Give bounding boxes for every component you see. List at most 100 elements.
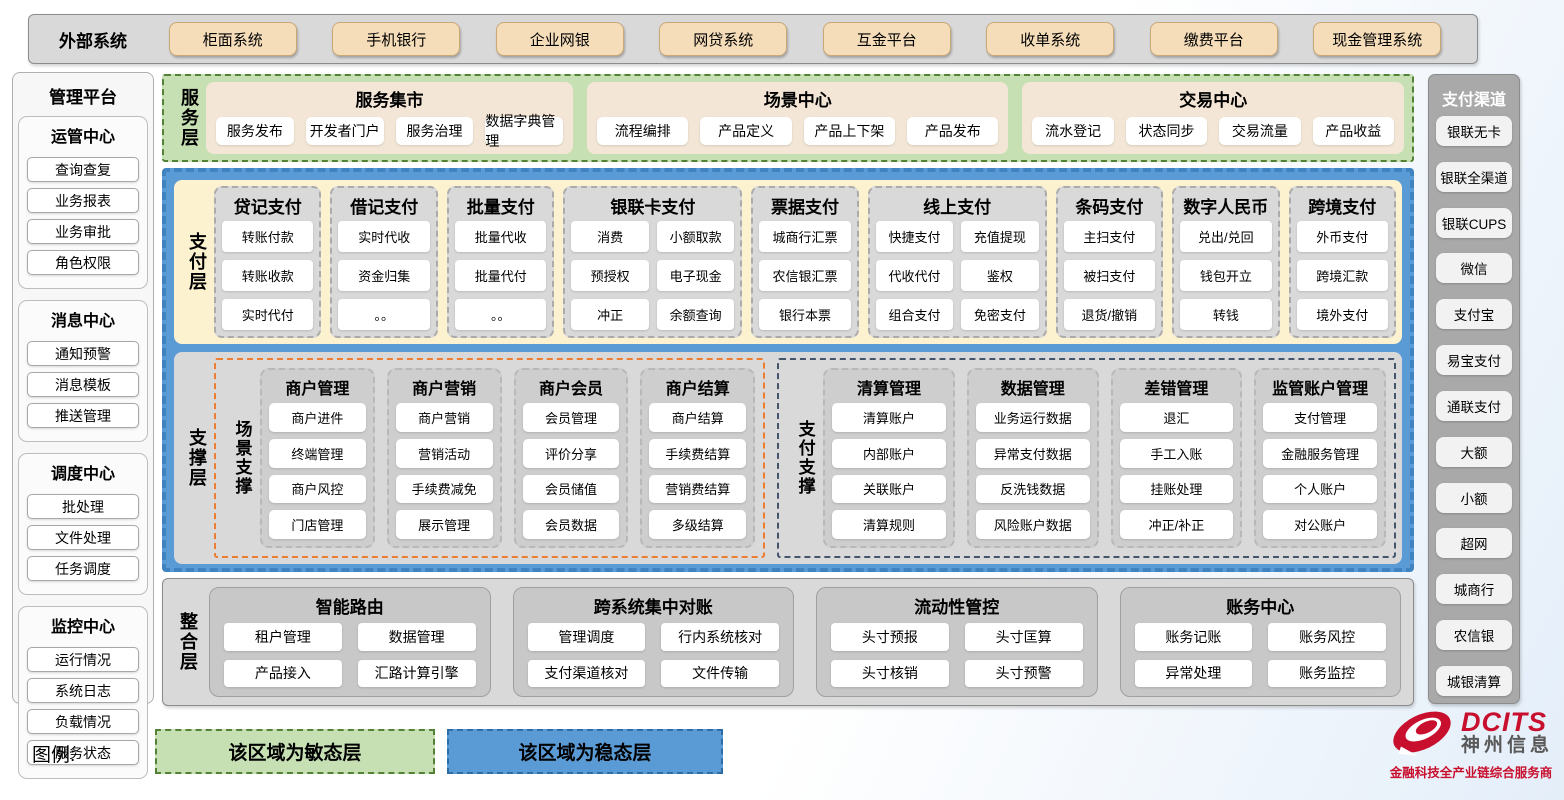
- payment-item: 退货/撤销: [1064, 299, 1155, 330]
- dcits-logo-texts: DCITS 神州信息: [1461, 708, 1553, 756]
- management-group: 消息中心通知预警消息模板推送管理: [18, 300, 148, 442]
- support-item: 金融服务管理: [1263, 439, 1377, 468]
- service-item: 产品上下架: [804, 117, 895, 145]
- payment-channels-list: 银联无卡银联全渠道银联CUPS微信支付宝易宝支付通联支付大额小额超网城商行农信银…: [1436, 116, 1512, 696]
- payment-category-title: 银联卡支付: [571, 192, 734, 221]
- management-item: 系统日志: [27, 678, 139, 703]
- payment-category-column: 条码支付主扫支付被扫支付退货/撤销: [1056, 186, 1163, 338]
- service-center-items: 服务发布开发者门户服务治理数据字典管理: [216, 115, 563, 146]
- external-systems-bar: 外部系统 柜面系统手机银行企业网银网贷系统互金平台收单系统缴费平台现金管理系统: [28, 14, 1478, 64]
- payment-channel-item: 城商行: [1436, 574, 1512, 604]
- dcits-brand-text: DCITS: [1461, 708, 1547, 736]
- management-item: 业务报表: [27, 188, 139, 213]
- payment-item: 转钱: [1180, 299, 1271, 330]
- payment-item: 城商行汇票: [759, 221, 850, 252]
- payment-category-title: 条码支付: [1064, 192, 1155, 221]
- support-item: 清算账户: [832, 403, 946, 432]
- integration-item: 产品接入: [224, 660, 342, 688]
- support-layer-groups: 场景支撑商户管理商户进件终端管理商户风控门店管理商户营销商户营销营销活动手续费减…: [214, 358, 1396, 558]
- payment-item: 免密支付: [961, 299, 1038, 330]
- dcits-tagline: 金融科技全产业链综合服务商: [1390, 762, 1553, 781]
- support-category-column: 商户营销商户营销营销活动手续费减免展示管理: [387, 368, 502, 548]
- integration-item: 行内系统核对: [661, 623, 779, 651]
- support-category-title: 清算管理: [832, 374, 946, 403]
- legend-stable-layer: 该区域为稳态层: [447, 729, 723, 774]
- external-system-button: 现金管理系统: [1313, 22, 1441, 56]
- payment-item: 小额取款: [657, 221, 734, 252]
- payment-category-items: 批量代收批量代付。。: [455, 221, 546, 330]
- support-item: 关联账户: [832, 475, 946, 504]
- payment-category-column: 票据支付城商行汇票农信银汇票银行本票: [751, 186, 858, 338]
- support-category-title: 监管账户管理: [1263, 374, 1377, 403]
- management-group-title: 消息中心: [24, 305, 142, 335]
- external-systems-buttons: 柜面系统手机银行企业网银网贷系统互金平台收单系统缴费平台现金管理系统: [151, 22, 1477, 56]
- service-layer-label: 服务层: [172, 82, 206, 154]
- support-item: 支付管理: [1263, 403, 1377, 432]
- integration-item: 支付渠道核对: [528, 660, 646, 688]
- payment-item: 境外支付: [1297, 299, 1388, 330]
- integration-panel-items: 租户管理数据管理产品接入汇路计算引擎: [224, 623, 476, 687]
- payment-category-title: 线上支付: [876, 192, 1039, 221]
- payment-item: 农信银汇票: [759, 260, 850, 291]
- management-platform-title: 管理平台: [18, 79, 148, 116]
- payment-item: 冲正: [571, 299, 648, 330]
- service-center-title: 场景中心: [597, 85, 998, 115]
- payment-category-items: 实时代收资金归集。。: [338, 221, 429, 330]
- integration-item: 管理调度: [528, 623, 646, 651]
- payment-item: 消费: [571, 221, 648, 252]
- payment-category-column: 线上支付快捷支付充值提现代收代付鉴权组合支付免密支付: [868, 186, 1047, 338]
- service-item: 服务发布: [216, 117, 294, 145]
- payment-category-items: 转账付款转账收款实时代付: [222, 221, 313, 330]
- payment-item: 钱包开立: [1180, 260, 1271, 291]
- management-item: 批处理: [27, 494, 139, 519]
- payment-item: 余额查询: [657, 299, 734, 330]
- payment-category-column: 贷记支付转账付款转账收款实时代付: [214, 186, 321, 338]
- support-category-items: 会员管理评价分享会员储值会员数据: [523, 403, 620, 539]
- support-group-label: 场景支撑: [224, 368, 260, 548]
- external-system-button: 收单系统: [986, 22, 1114, 56]
- management-group-title: 运管中心: [24, 121, 142, 151]
- management-item: 角色权限: [27, 250, 139, 275]
- payment-category-items: 消费小额取款预授权电子现金冲正余额查询: [571, 221, 734, 330]
- support-category-items: 退汇手工入账挂账处理冲正/补正: [1120, 403, 1234, 539]
- payment-item: 组合支付: [876, 299, 953, 330]
- support-group: 支付支撑清算管理清算账户内部账户关联账户清算规则数据管理业务运行数据异常支付数据…: [777, 358, 1396, 558]
- support-item: 冲正/补正: [1120, 510, 1234, 539]
- payment-category-title: 票据支付: [759, 192, 850, 221]
- payment-item: 外币支付: [1297, 221, 1388, 252]
- payment-architecture-diagram: 外部系统 柜面系统手机银行企业网银网贷系统互金平台收单系统缴费平台现金管理系统 …: [0, 0, 1564, 800]
- integration-panel-title: 跨系统集中对账: [528, 591, 780, 623]
- management-platform-groups: 运管中心查询查复业务报表业务审批角色权限消息中心通知预警消息模板推送管理调度中心…: [18, 116, 148, 779]
- payment-channel-item: 微信: [1436, 253, 1512, 283]
- payment-item: 主扫支付: [1064, 221, 1155, 252]
- legend-label: 图例:: [32, 740, 75, 767]
- integration-item: 头寸核销: [831, 660, 949, 688]
- management-item: 消息模板: [27, 372, 139, 397]
- integration-item: 数据管理: [358, 623, 476, 651]
- management-item: 推送管理: [27, 403, 139, 428]
- support-item: 商户进件: [269, 403, 366, 432]
- support-category-title: 商户营销: [396, 374, 493, 403]
- payment-channel-item: 城银清算: [1436, 666, 1512, 696]
- payment-channel-item: 易宝支付: [1436, 345, 1512, 375]
- payment-channel-item: 银联CUPS: [1436, 208, 1512, 238]
- support-item: 反洗钱数据: [976, 475, 1090, 504]
- external-system-button: 柜面系统: [169, 22, 297, 56]
- integration-panel: 智能路由租户管理数据管理产品接入汇路计算引擎: [209, 587, 491, 697]
- payment-item: 充值提现: [961, 221, 1038, 252]
- support-category-title: 商户会员: [523, 374, 620, 403]
- support-item: 手工入账: [1120, 439, 1234, 468]
- support-item: 清算规则: [832, 510, 946, 539]
- support-category-title: 商户管理: [269, 374, 366, 403]
- service-center-title: 交易中心: [1032, 85, 1394, 115]
- integration-panel: 账务中心账务记账账务风控异常处理账务监控: [1120, 587, 1402, 697]
- payment-channel-item: 银联全渠道: [1436, 162, 1512, 192]
- payment-channel-item: 大额: [1436, 437, 1512, 467]
- integration-panel: 跨系统集中对账管理调度行内系统核对支付渠道核对文件传输: [513, 587, 795, 697]
- payment-item: 转账付款: [222, 221, 313, 252]
- support-category-items: 支付管理金融服务管理个人账户对公账户: [1263, 403, 1377, 539]
- support-category-column: 商户管理商户进件终端管理商户风控门店管理: [260, 368, 375, 548]
- management-item: 业务审批: [27, 219, 139, 244]
- payment-category-column: 借记支付实时代收资金归集。。: [330, 186, 437, 338]
- support-item: 门店管理: [269, 510, 366, 539]
